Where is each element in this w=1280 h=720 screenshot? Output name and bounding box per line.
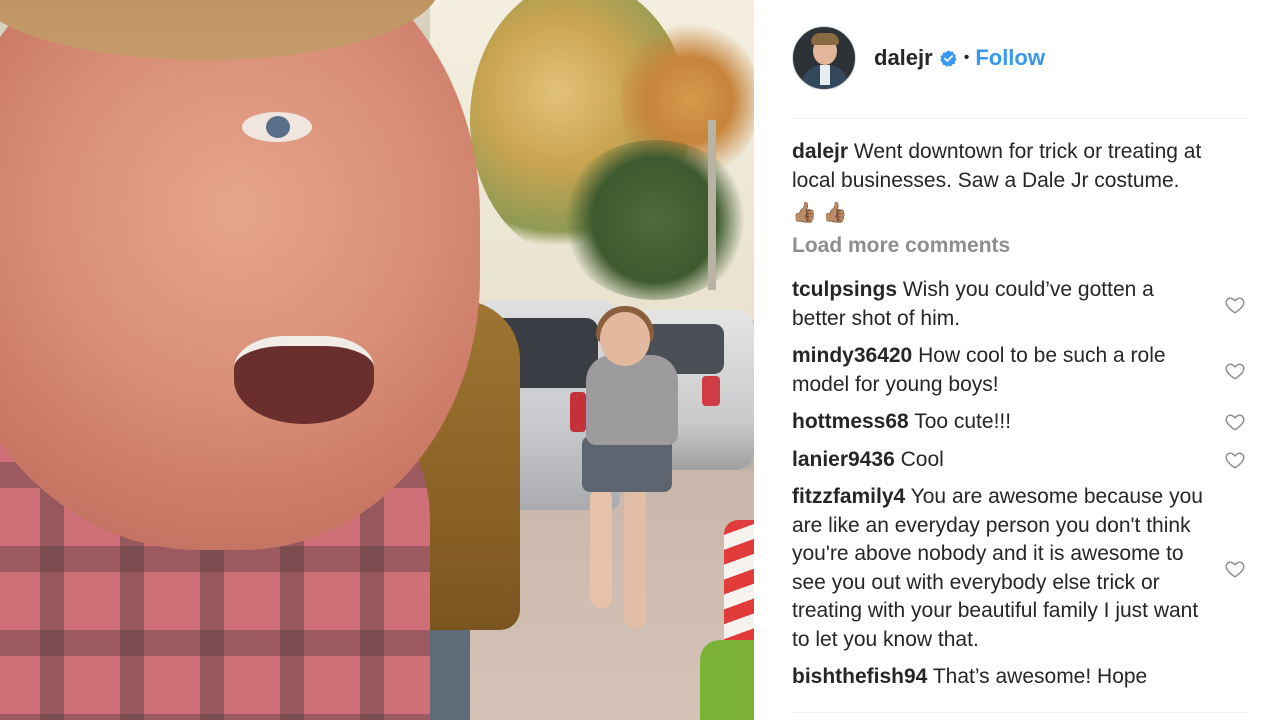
follow-button[interactable]: Follow bbox=[975, 45, 1045, 71]
open-mouth bbox=[234, 336, 374, 424]
comment-text: Cool bbox=[900, 447, 944, 471]
comment-item: tculpsings Wish you could’ve gotten a be… bbox=[792, 276, 1252, 333]
load-more-comments-button[interactable]: Load more comments bbox=[792, 234, 1010, 258]
heart-outline-icon[interactable] bbox=[1224, 360, 1246, 382]
comment-item: hottmess68 Too cute!!! bbox=[792, 408, 1252, 437]
post-photo[interactable] bbox=[0, 0, 754, 720]
verified-badge-icon bbox=[939, 49, 957, 67]
separator-dot: • bbox=[963, 49, 970, 66]
caption-username[interactable]: dalejr bbox=[792, 140, 848, 163]
footer-divider bbox=[792, 712, 1246, 713]
caption-text: Went downtown for trick or treating at l… bbox=[792, 140, 1202, 192]
child-costume bbox=[700, 640, 754, 720]
green-tree bbox=[560, 140, 750, 300]
street-pole bbox=[708, 120, 716, 290]
pedestrian-head bbox=[600, 312, 650, 366]
comment-item: fitzzfamily4 You are awesome because you… bbox=[792, 483, 1252, 654]
comment-username[interactable]: tculpsings bbox=[792, 278, 897, 301]
heart-outline-icon[interactable] bbox=[1224, 449, 1246, 471]
comment-item: bishthefish94 That’s awesome! Hope bbox=[792, 663, 1252, 692]
eye bbox=[242, 112, 312, 142]
author-username[interactable]: dalejr bbox=[874, 45, 933, 71]
comment-username[interactable]: bishthefish94 bbox=[792, 665, 927, 688]
post-header: dalejr • Follow bbox=[792, 26, 1246, 90]
header-divider bbox=[792, 118, 1246, 119]
comment-item: mindy36420 How cool to be such a role mo… bbox=[792, 342, 1252, 399]
comment-username[interactable]: hottmess68 bbox=[792, 410, 909, 433]
comment-item: lanier9436 Cool bbox=[792, 446, 1252, 475]
comment-text: That’s awesome! Hope bbox=[932, 665, 1148, 688]
heart-outline-icon[interactable] bbox=[1224, 558, 1246, 580]
comment-text: Too cute!!! bbox=[914, 410, 1012, 433]
avatar[interactable] bbox=[792, 26, 856, 90]
comment-list: tculpsings Wish you could’ve gotten a be… bbox=[792, 276, 1252, 701]
post-caption: dalejr Went downtown for trick or treati… bbox=[792, 138, 1242, 228]
comment-text: You are awesome because you are like an … bbox=[792, 485, 1203, 651]
smiling-face bbox=[0, 0, 480, 550]
heart-outline-icon[interactable] bbox=[1224, 411, 1246, 433]
thumbs-up-emoji: 👍🏽 bbox=[792, 202, 817, 224]
comment-username[interactable]: fitzzfamily4 bbox=[792, 485, 905, 508]
comment-username[interactable]: lanier9436 bbox=[792, 448, 895, 471]
pedestrian-torso bbox=[586, 355, 678, 445]
thumbs-up-emoji: 👍🏽 bbox=[822, 202, 848, 224]
pedestrian-leg bbox=[624, 488, 646, 628]
pedestrian-leg bbox=[590, 488, 612, 608]
comments-panel: dalejr • Follow dalejr Went downtown for… bbox=[754, 0, 1280, 720]
heart-outline-icon[interactable] bbox=[1224, 294, 1246, 316]
comment-username[interactable]: mindy36420 bbox=[792, 344, 912, 367]
